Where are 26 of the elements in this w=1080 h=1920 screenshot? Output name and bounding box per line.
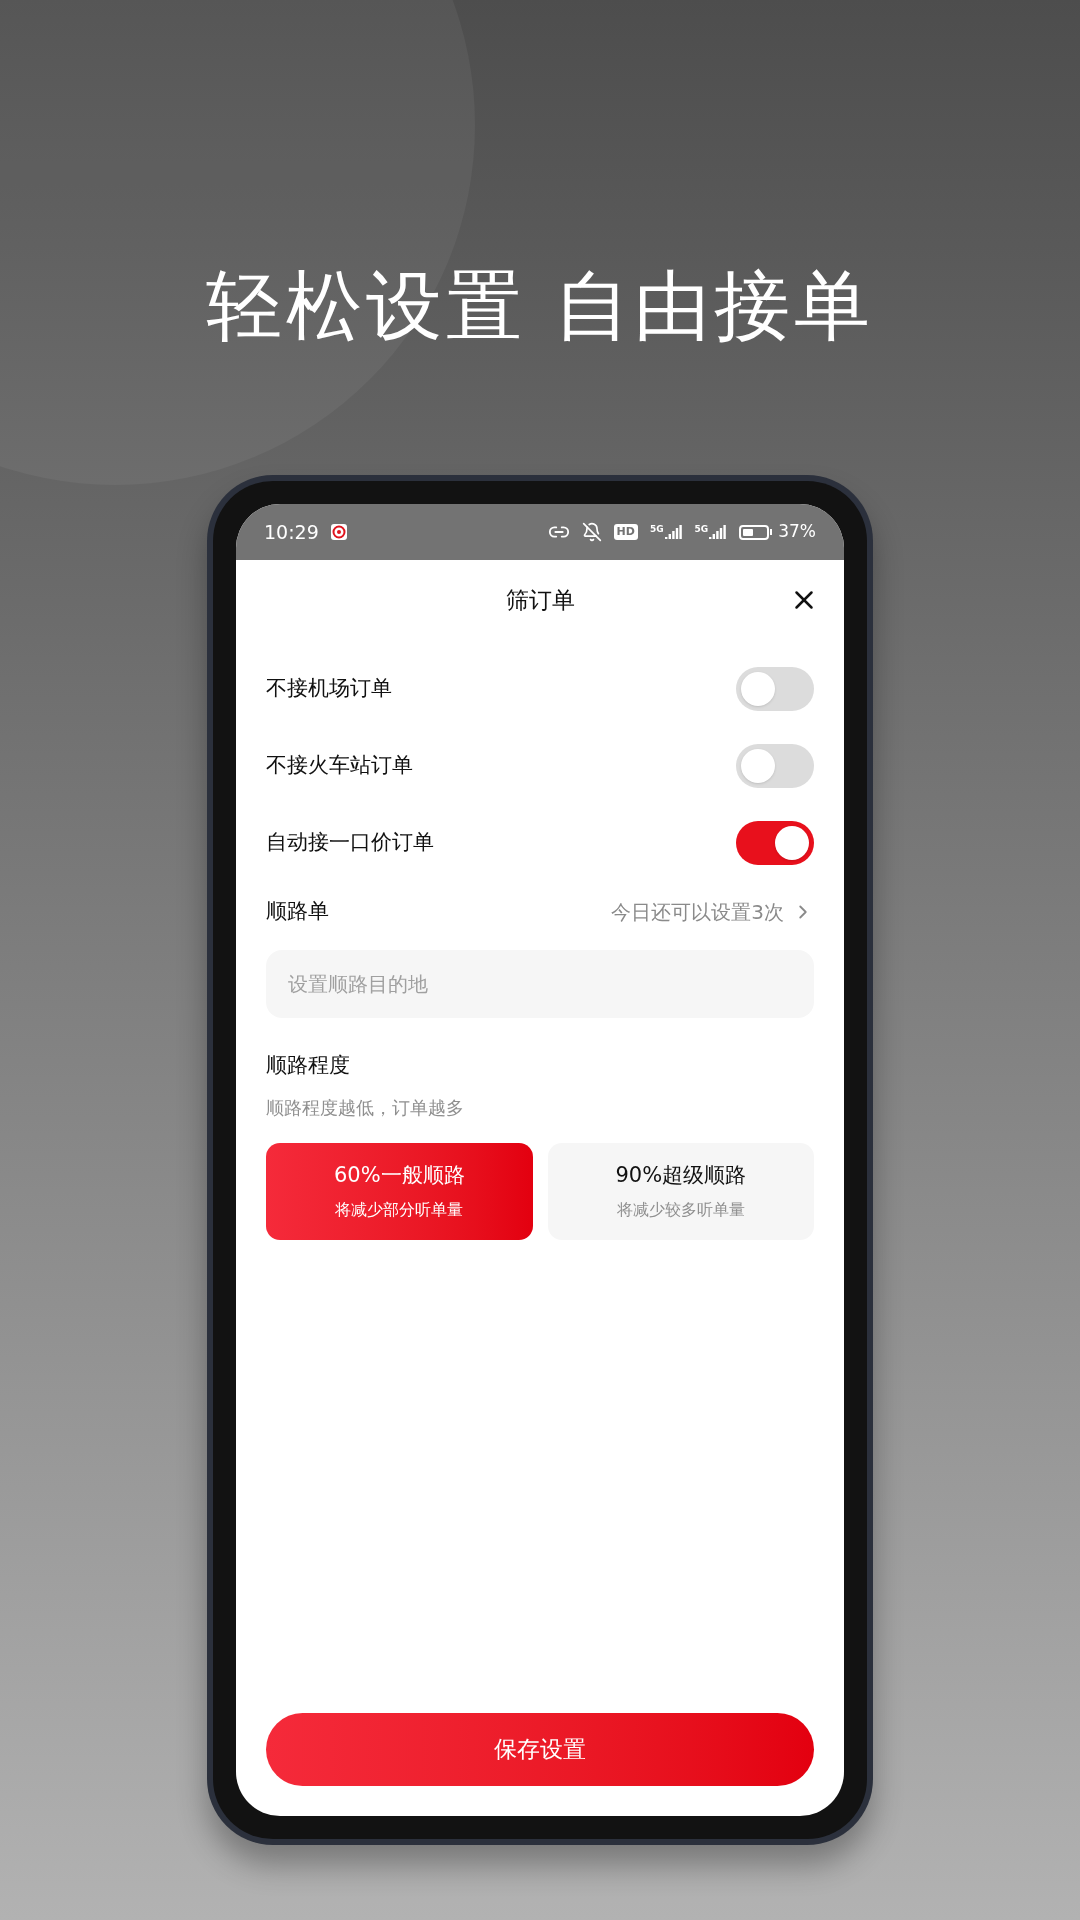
sheet-title: 筛订单: [505, 585, 575, 615]
toggle-switch[interactable]: [736, 666, 814, 711]
target-icon: [330, 524, 347, 540]
signal-icon: [709, 525, 728, 539]
network-label: 5G: [694, 525, 709, 534]
section-label: 顺路单: [266, 898, 329, 926]
option-label: 自动接一口价订单: [266, 828, 434, 856]
battery-icon: [739, 524, 773, 540]
save-button[interactable]: 保存设置: [266, 1713, 814, 1786]
toggle-switch[interactable]: [736, 743, 814, 788]
toggle-switch[interactable]: [736, 820, 814, 865]
option-label: 不接机场订单: [266, 674, 392, 702]
mute-icon: [581, 522, 602, 542]
section-description: 顺路程度越低，订单越多: [266, 1095, 465, 1120]
route-degree-option[interactable]: 60%一般顺路 将减少部分听单量: [266, 1142, 533, 1240]
network-label: 5G: [649, 525, 664, 534]
status-time: 10:29: [264, 519, 319, 545]
battery-percent: 37%: [778, 520, 816, 544]
signal-icon: [664, 525, 683, 539]
hd-icon: HD: [613, 524, 638, 540]
remaining-times-link[interactable]: 今日还可以设置3次: [611, 897, 814, 927]
route-degree-option[interactable]: 90%超级顺路 将减少较多听单量: [547, 1142, 814, 1240]
headline: 轻松设置 自由接单: [205, 262, 875, 350]
section-label: 顺路程度: [266, 1052, 351, 1079]
destination-input[interactable]: 设置顺路目的地: [266, 950, 814, 1018]
option-label: 不接火车站订单: [266, 751, 413, 779]
